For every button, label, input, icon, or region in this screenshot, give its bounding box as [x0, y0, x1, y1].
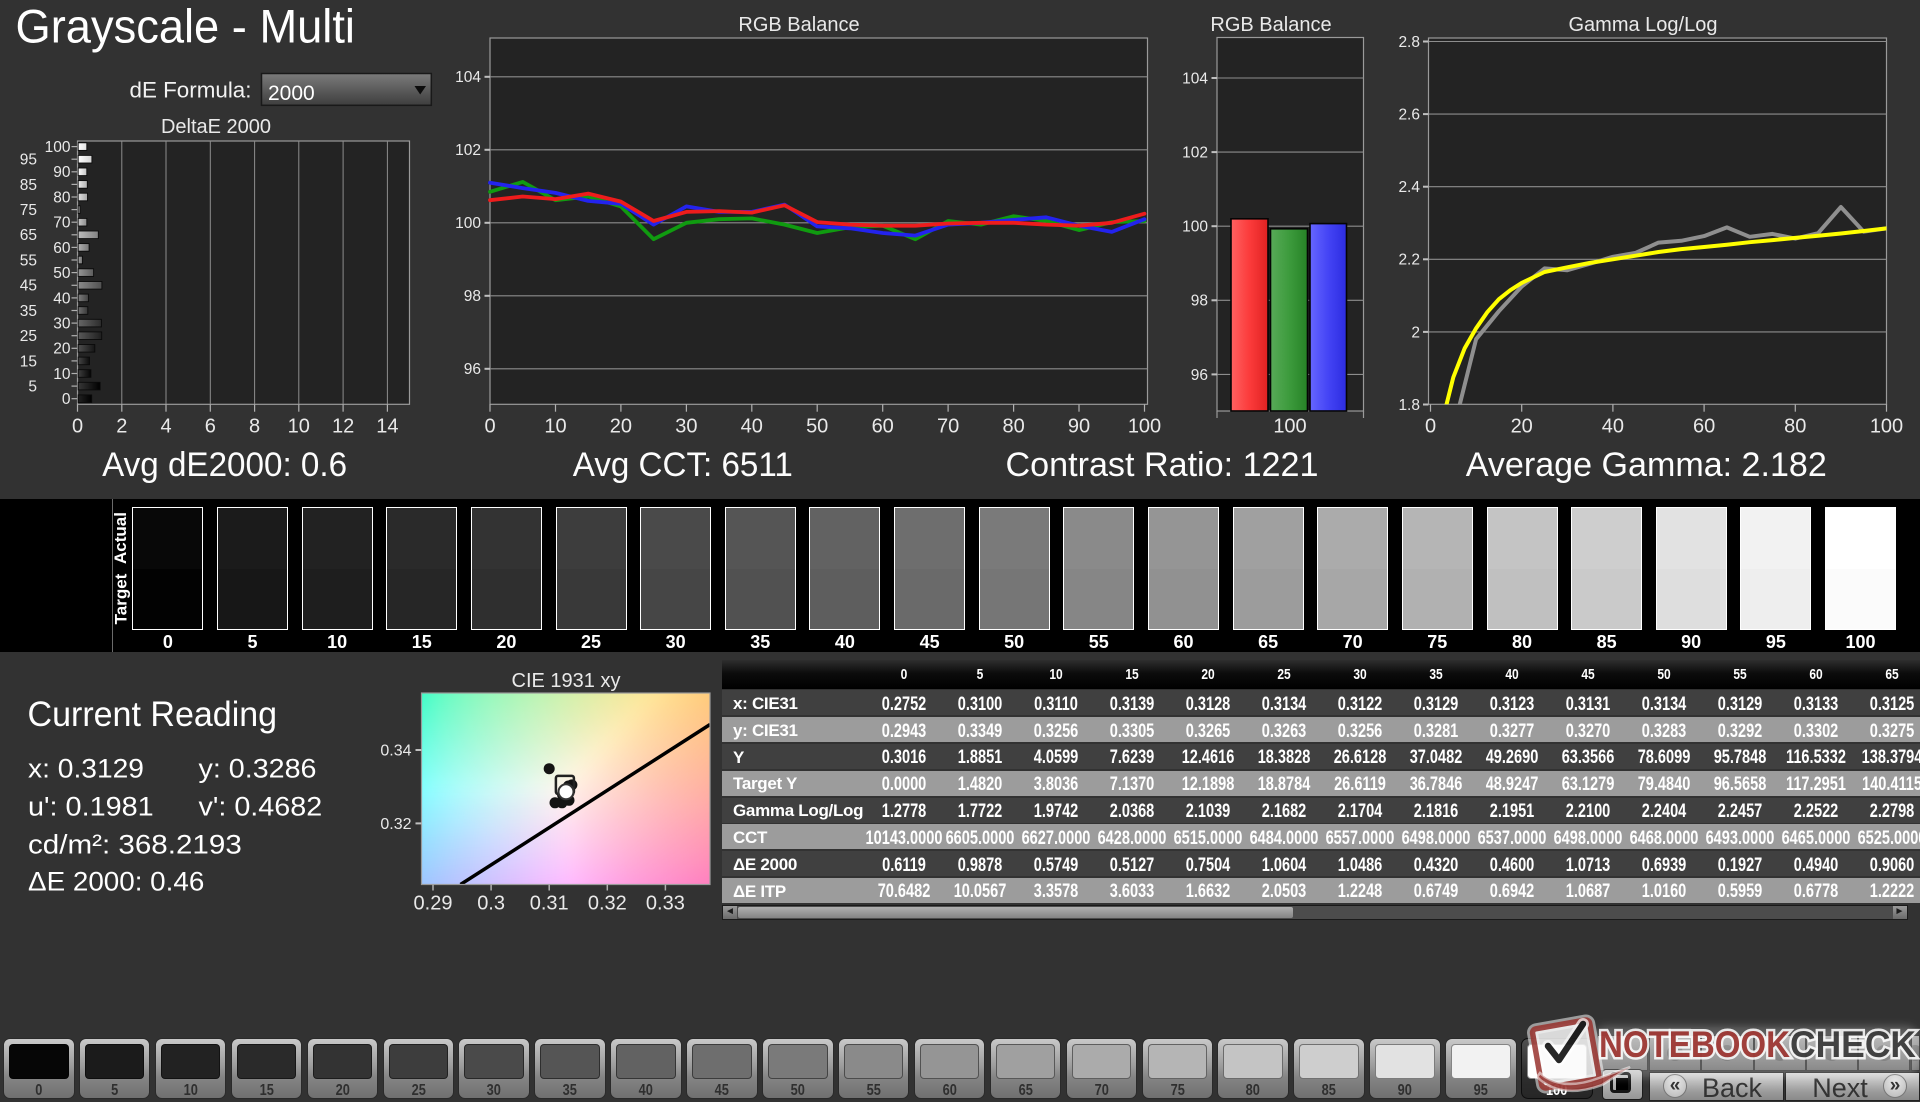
svg-text:NOTEBOOK: NOTEBOOK — [1599, 1024, 1790, 1065]
svg-text:100: 100 — [1273, 415, 1306, 437]
svg-text:96: 96 — [464, 361, 481, 378]
svg-text:80: 80 — [1002, 415, 1024, 437]
svg-text:45: 45 — [20, 278, 37, 295]
svg-text:RGB Balance: RGB Balance — [738, 14, 859, 36]
svg-text:6: 6 — [205, 415, 216, 437]
svg-text:8: 8 — [249, 415, 260, 437]
svg-text:15: 15 — [20, 353, 37, 370]
svg-text:2: 2 — [1411, 324, 1420, 341]
svg-text:25: 25 — [20, 328, 37, 345]
svg-text:4: 4 — [160, 415, 171, 437]
svg-text:90: 90 — [1068, 415, 1090, 437]
svg-text:70: 70 — [53, 215, 71, 232]
svg-text:RGB Balance: RGB Balance — [1210, 14, 1331, 36]
svg-text:40: 40 — [1602, 415, 1624, 437]
svg-text:98: 98 — [464, 288, 481, 305]
svg-text:Contrast Ratio: 1221: Contrast Ratio: 1221 — [1006, 446, 1319, 484]
svg-text:0.32: 0.32 — [380, 816, 411, 833]
svg-text:14: 14 — [376, 415, 398, 437]
svg-text:104: 104 — [455, 69, 481, 86]
svg-text:90: 90 — [53, 164, 71, 181]
svg-text:65: 65 — [20, 227, 37, 244]
svg-text:12: 12 — [332, 415, 354, 437]
svg-text:2000: 2000 — [268, 82, 315, 105]
svg-text:Avg CCT: 6511: Avg CCT: 6511 — [573, 446, 793, 484]
svg-text:98: 98 — [1191, 293, 1208, 310]
svg-text:0: 0 — [484, 415, 495, 437]
svg-text:0.29: 0.29 — [414, 893, 453, 915]
svg-text:20: 20 — [53, 341, 71, 358]
svg-text:0: 0 — [1425, 415, 1436, 437]
svg-text:70: 70 — [937, 415, 959, 437]
svg-text:0: 0 — [72, 415, 83, 437]
svg-text:80: 80 — [1784, 415, 1806, 437]
svg-text:75: 75 — [20, 202, 37, 219]
svg-text:CIE 1931 xy: CIE 1931 xy — [512, 670, 621, 692]
svg-text:2.4: 2.4 — [1398, 179, 1420, 196]
svg-text:CHECK: CHECK — [1790, 1024, 1916, 1065]
svg-text:50: 50 — [806, 415, 828, 437]
svg-text:95: 95 — [20, 152, 37, 169]
svg-text:96: 96 — [1191, 367, 1208, 384]
svg-text:Gamma Log/Log: Gamma Log/Log — [1569, 14, 1718, 36]
svg-text:100: 100 — [1182, 219, 1208, 236]
svg-text:104: 104 — [1182, 70, 1208, 87]
svg-text:Grayscale - Multi: Grayscale - Multi — [16, 0, 356, 53]
svg-text:20: 20 — [610, 415, 632, 437]
svg-text:0.31: 0.31 — [530, 893, 569, 915]
svg-text:55: 55 — [20, 252, 37, 269]
svg-text:100: 100 — [455, 215, 481, 232]
svg-text:2.8: 2.8 — [1398, 34, 1420, 51]
svg-text:0.3: 0.3 — [477, 893, 505, 915]
svg-text:0.32: 0.32 — [588, 893, 627, 915]
svg-text:50: 50 — [53, 265, 71, 282]
svg-text:100: 100 — [1128, 415, 1161, 437]
svg-text:5: 5 — [28, 379, 37, 396]
svg-text:60: 60 — [872, 415, 894, 437]
svg-text:0.34: 0.34 — [380, 743, 411, 760]
svg-text:102: 102 — [1182, 145, 1208, 162]
svg-text:Average Gamma: 2.182: Average Gamma: 2.182 — [1466, 446, 1827, 484]
svg-text:0.33: 0.33 — [646, 893, 685, 915]
svg-text:30: 30 — [675, 415, 697, 437]
svg-text:60: 60 — [1693, 415, 1715, 437]
svg-text:100: 100 — [45, 139, 71, 156]
svg-text:80: 80 — [53, 189, 71, 206]
svg-text:dE Formula:: dE Formula: — [130, 78, 252, 103]
svg-text:Avg dE2000: 0.6: Avg dE2000: 0.6 — [102, 446, 347, 484]
svg-text:40: 40 — [53, 290, 71, 307]
svg-text:30: 30 — [53, 316, 71, 333]
svg-text:1.8: 1.8 — [1398, 397, 1420, 414]
svg-text:2.6: 2.6 — [1398, 107, 1420, 124]
svg-text:10: 10 — [53, 366, 71, 383]
svg-text:DeltaE 2000: DeltaE 2000 — [161, 116, 271, 138]
svg-text:35: 35 — [20, 303, 37, 320]
svg-text:2: 2 — [116, 415, 127, 437]
svg-text:40: 40 — [741, 415, 763, 437]
svg-text:2.2: 2.2 — [1398, 252, 1420, 269]
svg-text:10: 10 — [544, 415, 566, 437]
svg-text:60: 60 — [53, 240, 71, 257]
svg-text:102: 102 — [455, 142, 481, 159]
svg-text:100: 100 — [1870, 415, 1903, 437]
svg-text:10: 10 — [288, 415, 310, 437]
svg-text:20: 20 — [1511, 415, 1533, 437]
svg-text:85: 85 — [20, 177, 37, 194]
svg-text:0: 0 — [62, 391, 71, 408]
